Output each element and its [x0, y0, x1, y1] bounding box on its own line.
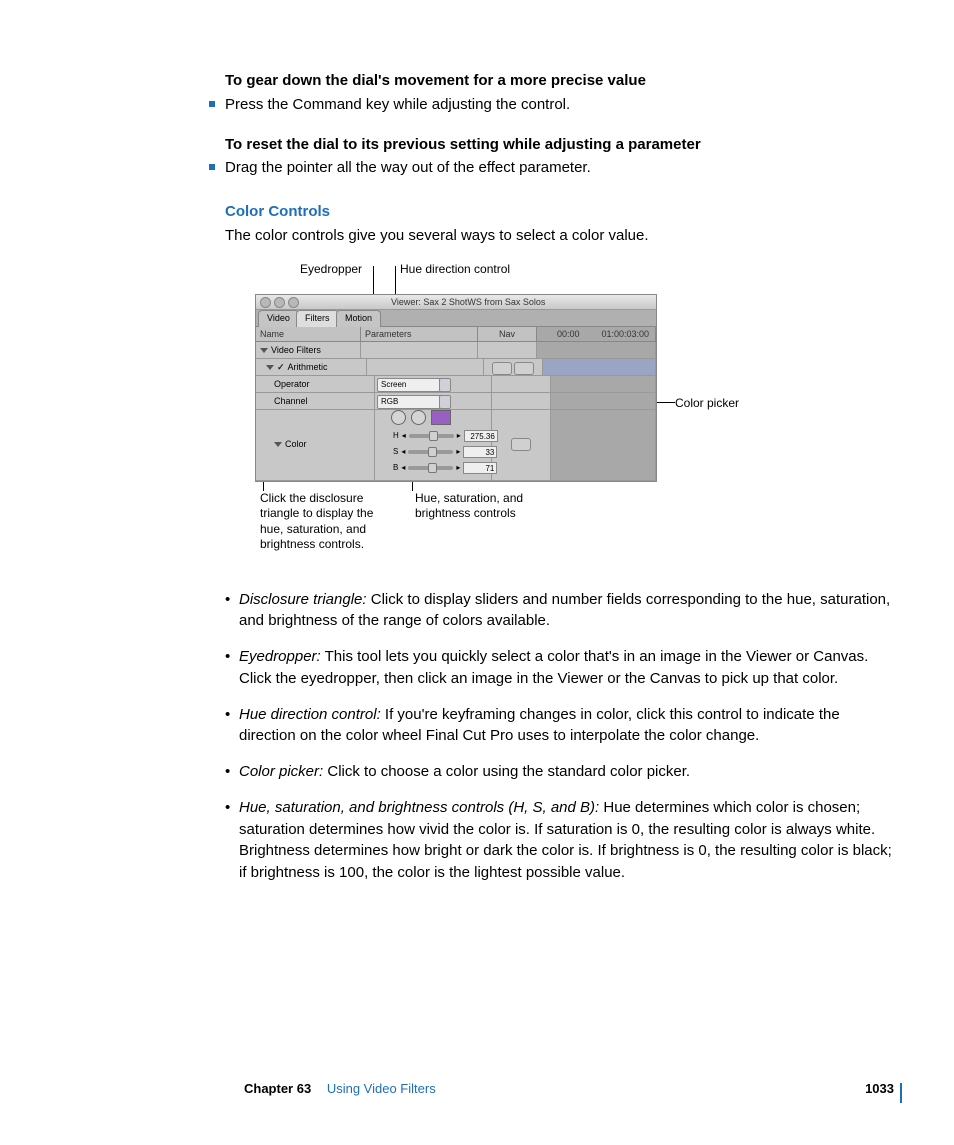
footer-page-number: 1033: [865, 1080, 894, 1099]
page-footer: Chapter 63 Using Video Filters 1033: [244, 1080, 894, 1099]
row-label: Channel: [274, 396, 308, 406]
list-item: •Hue, saturation, and brightness control…: [225, 797, 895, 884]
dropdown-arrow-icon[interactable]: [439, 395, 451, 409]
tab-video[interactable]: Video: [258, 310, 299, 327]
definition-list: •Disclosure triangle: Click to display s…: [225, 589, 895, 884]
section-body: The color controls give you several ways…: [225, 225, 895, 247]
hdr-name: Name: [256, 327, 361, 341]
list-item: •Color picker: Click to choose a color u…: [225, 761, 895, 783]
hsb-sat-row: S◂▸33: [393, 446, 497, 458]
figure-color-controls: Eyedropper Hue direction control Color p…: [255, 269, 795, 569]
bullet-reset-dial: Drag the pointer all the way out of the …: [225, 157, 895, 179]
hue-slider[interactable]: [409, 434, 454, 438]
hsb-h-label: H: [393, 430, 399, 442]
callout-eyedropper: Eyedropper: [300, 262, 362, 278]
tab-bar: Video Filters Motion: [256, 310, 656, 327]
footer-chapter: Chapter 63: [244, 1081, 311, 1096]
brightness-slider[interactable]: [408, 466, 453, 470]
section-color-controls: Color Controls: [225, 201, 895, 223]
disclosure-triangle-icon[interactable]: [266, 365, 274, 370]
color-picker-swatch[interactable]: [431, 410, 451, 425]
footer-title: Using Video Filters: [327, 1081, 436, 1096]
color-parameter-cell: H◂▸275.36 S◂▸33 B◂▸71: [375, 410, 492, 480]
list-item: •Disclosure triangle: Click to display s…: [225, 589, 895, 633]
row-label: Operator: [274, 379, 310, 389]
hue-direction-icon[interactable]: [411, 410, 426, 425]
tab-filters[interactable]: Filters: [296, 310, 339, 327]
square-bullet-icon: [209, 164, 215, 170]
hdr-nav: Nav: [478, 327, 537, 341]
row-arithmetic[interactable]: ✓Arithmetic: [256, 359, 656, 376]
traffic-lights[interactable]: [260, 297, 299, 308]
callout-color-picker: Color picker: [675, 396, 739, 412]
hsb-b-label: B: [393, 462, 398, 474]
tab-motion[interactable]: Motion: [336, 310, 381, 327]
timeline-end: 01:00:03:00: [601, 328, 649, 341]
channel-dropdown[interactable]: RGB: [377, 395, 442, 409]
row-channel: Channel RGB: [256, 393, 656, 410]
callout-disclosure: Click the disclosure triangle to display…: [260, 491, 373, 553]
heading-gear-down: To gear down the dial's movement for a m…: [225, 70, 895, 92]
term: Hue, saturation, and brightness controls…: [239, 799, 599, 816]
term: Eyedropper:: [239, 648, 321, 665]
checkmark-icon[interactable]: ✓: [277, 362, 285, 372]
term: Disclosure triangle:: [239, 591, 367, 608]
term: Color picker:: [239, 763, 323, 780]
row-label: Color: [285, 438, 307, 451]
callout-hsb: Hue, saturation, and brightness controls: [415, 491, 523, 522]
row-color: Color H◂▸275.36 S◂▸33 B◂▸71: [256, 410, 656, 481]
bullet-gear-down: Press the Command key while adjusting th…: [225, 94, 895, 116]
disclosure-triangle-icon[interactable]: [274, 442, 282, 447]
footer-accent-bar: [900, 1083, 902, 1103]
list-item: •Eyedropper: This tool lets you quickly …: [225, 646, 895, 690]
window-titlebar: Viewer: Sax 2 ShotWS from Sax Solos: [256, 295, 656, 310]
window-title: Viewer: Sax 2 ShotWS from Sax Solos: [391, 296, 545, 309]
hdr-timeline: 00:00 01:00:03:00: [537, 327, 656, 341]
hsb-hue-row: H◂▸275.36: [393, 430, 498, 442]
nav-menu-button[interactable]: [514, 362, 534, 375]
dropdown-arrow-icon[interactable]: [439, 378, 451, 392]
keyframe-nav-button[interactable]: [511, 438, 531, 451]
row-operator: Operator Screen: [256, 376, 656, 393]
square-bullet-icon: [209, 101, 215, 107]
hsb-bri-row: B◂▸71: [393, 462, 497, 474]
nav-reset-button[interactable]: [492, 362, 512, 375]
row-video-filters[interactable]: Video Filters: [256, 342, 656, 359]
disclosure-triangle-icon[interactable]: [260, 348, 268, 353]
bullet-reset-dial-text: Drag the pointer all the way out of the …: [225, 157, 591, 179]
hdr-parameters: Parameters: [361, 327, 478, 341]
operator-dropdown[interactable]: Screen: [377, 378, 442, 392]
definition: Click to choose a color using the standa…: [323, 763, 690, 780]
list-item: •Hue direction control: If you're keyfra…: [225, 704, 895, 748]
heading-reset-dial: To reset the dial to its previous settin…: [225, 134, 895, 156]
page: To gear down the dial's movement for a m…: [0, 0, 954, 1145]
definition: This tool lets you quickly select a colo…: [239, 648, 868, 687]
bullet-gear-down-text: Press the Command key while adjusting th…: [225, 94, 570, 116]
timeline-start: 00:00: [557, 328, 580, 341]
screenshot-viewer-window: Viewer: Sax 2 ShotWS from Sax Solos Vide…: [255, 294, 657, 482]
content-column: To gear down the dial's movement for a m…: [225, 70, 895, 898]
row-label: Arithmetic: [288, 362, 328, 372]
row-label: Video Filters: [271, 345, 321, 355]
term: Hue direction control:: [239, 706, 381, 723]
hsb-s-label: S: [393, 446, 398, 458]
column-headers: Name Parameters Nav 00:00 01:00:03:00: [256, 327, 656, 342]
callout-hue-direction: Hue direction control: [400, 262, 510, 278]
saturation-slider[interactable]: [408, 450, 453, 454]
eyedropper-icon[interactable]: [391, 410, 406, 425]
